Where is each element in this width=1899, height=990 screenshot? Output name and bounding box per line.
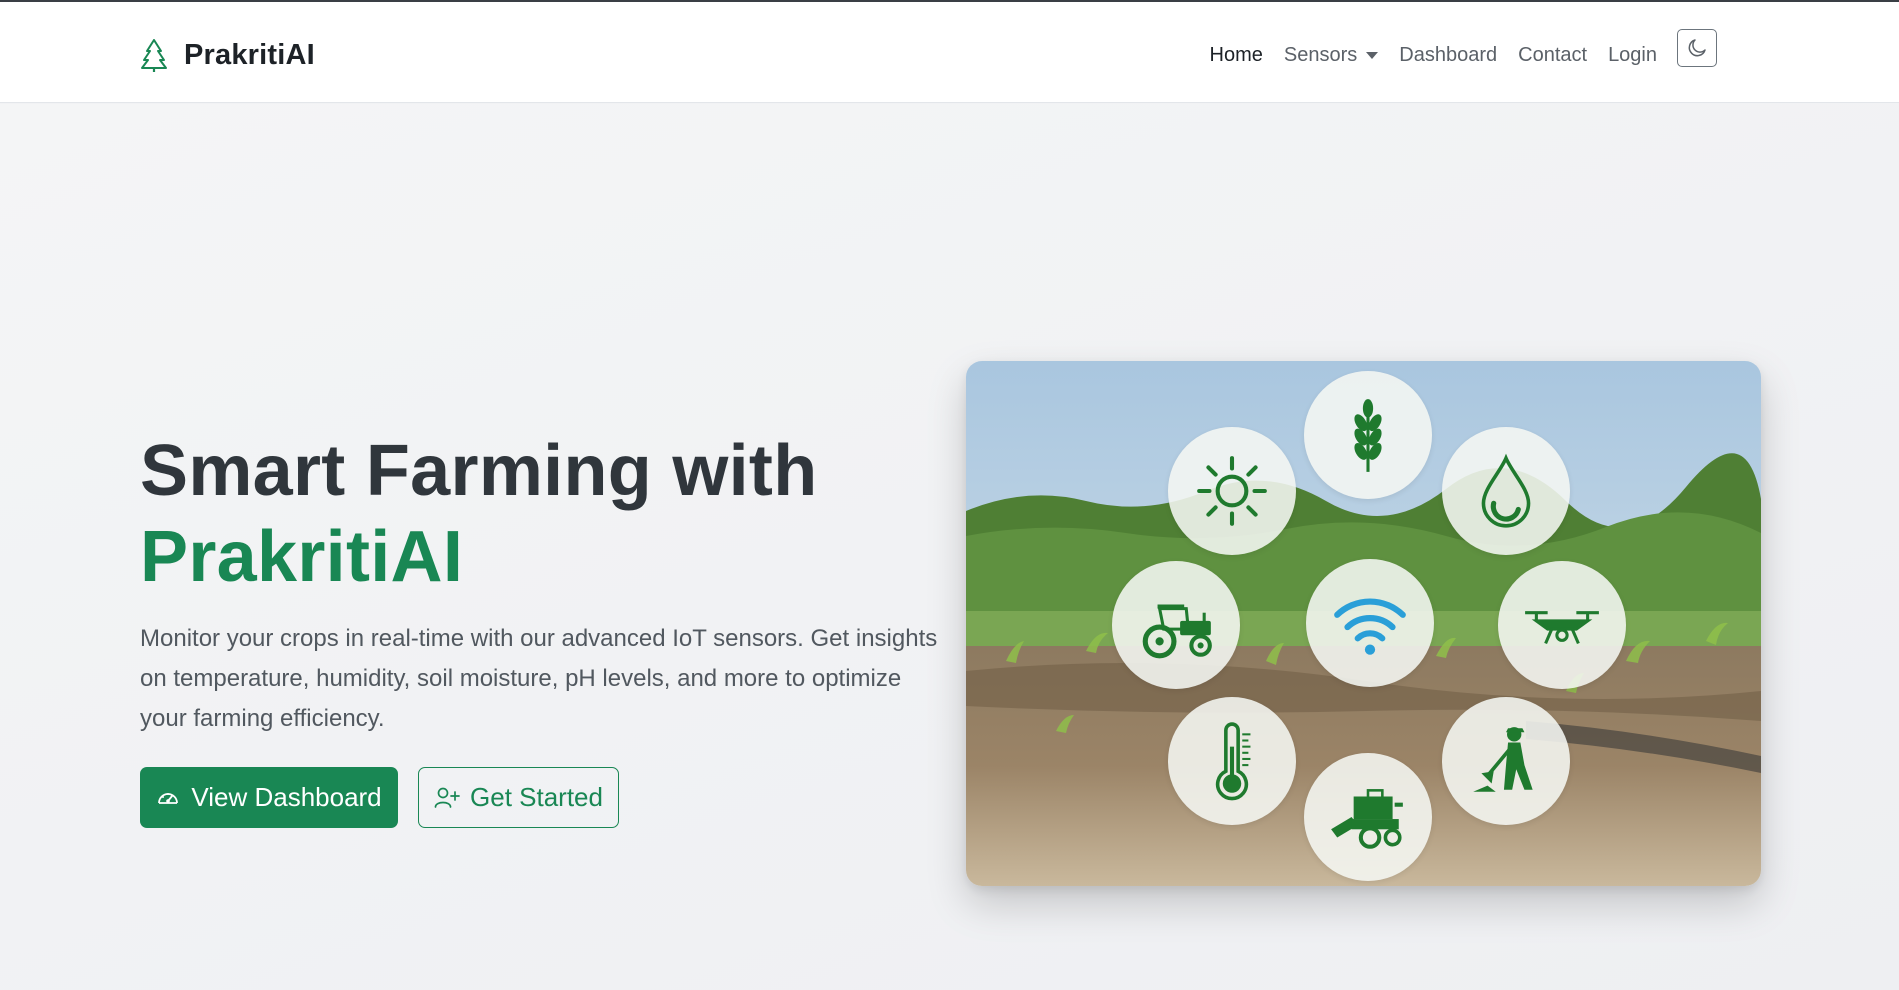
farmer-icon bbox=[1473, 727, 1533, 792]
drone-icon bbox=[1525, 611, 1599, 645]
speedometer-icon bbox=[158, 792, 179, 804]
thermometer-bubble bbox=[1168, 697, 1296, 825]
tractor-bubble bbox=[1112, 561, 1240, 689]
nav-sensors-dropdown[interactable]: Sensors bbox=[1283, 43, 1379, 67]
water-drop-bubble bbox=[1442, 427, 1570, 555]
main-nav: Home Sensors Dashboard Contact Login bbox=[1210, 29, 1717, 72]
wifi-bubble bbox=[1306, 559, 1434, 687]
view-dashboard-button[interactable]: View Dashboard bbox=[140, 767, 398, 828]
nav-sensors-label: Sensors bbox=[1283, 43, 1358, 66]
nav-dashboard[interactable]: Dashboard bbox=[1399, 44, 1497, 67]
caret-down-icon bbox=[1366, 51, 1379, 59]
nav-login[interactable]: Login bbox=[1608, 44, 1657, 67]
get-started-label: Get Started bbox=[470, 782, 603, 812]
sun-icon bbox=[1197, 456, 1267, 526]
person-plus-icon bbox=[434, 787, 460, 808]
hero-description: Monitor your crops in real-time with our… bbox=[140, 625, 938, 732]
tractor-icon bbox=[1142, 604, 1212, 659]
moon-icon bbox=[1688, 39, 1706, 57]
drone-bubble bbox=[1498, 561, 1626, 689]
farmer-bubble bbox=[1442, 697, 1570, 825]
nav-home[interactable]: Home bbox=[1210, 44, 1263, 67]
navbar: PrakritiAI Home Sensors Dashboard Contac… bbox=[0, 2, 1899, 103]
thermometer-icon bbox=[1215, 722, 1251, 801]
hero-title: Smart Farming with PrakritiAI bbox=[140, 428, 817, 600]
view-dashboard-label: View Dashboard bbox=[191, 782, 382, 812]
brand-name: PrakritiAI bbox=[184, 38, 315, 71]
smart-farming-illustration bbox=[966, 361, 1761, 886]
hero-title-brand: PrakritiAI bbox=[140, 517, 464, 597]
harvester-bubble bbox=[1304, 753, 1432, 881]
harvester-icon bbox=[1331, 789, 1403, 849]
wheat-icon bbox=[1354, 399, 1382, 472]
water-drop-icon bbox=[1481, 453, 1531, 528]
brand[interactable]: PrakritiAI bbox=[140, 38, 315, 72]
theme-toggle-button[interactable] bbox=[1677, 29, 1717, 67]
nav-contact[interactable]: Contact bbox=[1518, 44, 1587, 67]
sun-bubble bbox=[1168, 427, 1296, 555]
wifi-icon bbox=[1334, 598, 1406, 655]
tree-icon bbox=[141, 39, 167, 72]
get-started-button[interactable]: Get Started bbox=[418, 767, 619, 828]
hero-title-line1: Smart Farming with bbox=[140, 431, 818, 511]
wheat-bubble bbox=[1304, 371, 1432, 499]
